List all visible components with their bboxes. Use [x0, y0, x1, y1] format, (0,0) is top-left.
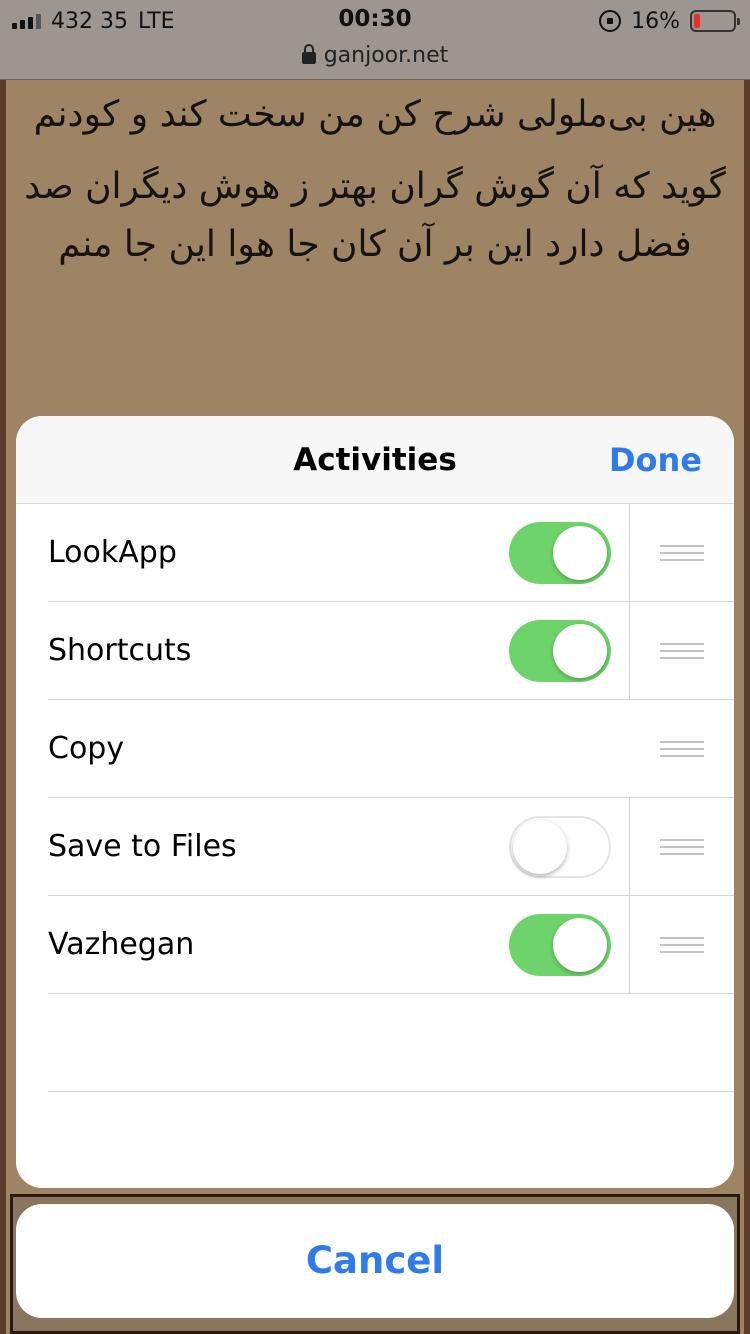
activity-label: Copy [48, 731, 125, 766]
battery-percent: 16% [631, 8, 680, 34]
drag-handle-icon[interactable] [660, 545, 704, 561]
activity-row-shortcuts: Shortcuts [48, 602, 734, 700]
activity-label: Shortcuts [48, 633, 192, 668]
activity-row-copy: Copy [48, 700, 734, 798]
activity-label: Save to Files [48, 829, 237, 864]
url-text: ganjoor.net [323, 42, 449, 68]
battery-level [694, 14, 701, 28]
activity-list: LookApp Shortcuts Copy Save to Files Vaz… [16, 504, 734, 1092]
drag-handle-icon[interactable] [660, 643, 704, 659]
cancel-button[interactable]: Cancel [16, 1204, 734, 1318]
battery-icon [690, 10, 740, 32]
poem-verse: گوید که آن گوش گران بهتر ز هوش دیگران صد… [24, 166, 726, 265]
drag-handle-icon[interactable] [660, 937, 704, 953]
lookapp-toggle[interactable] [509, 522, 611, 584]
done-button[interactable]: Done [609, 441, 702, 479]
divider [629, 896, 630, 994]
sheet-header: Activities Done [16, 416, 734, 504]
activity-row-save-to-files: Save to Files [48, 798, 734, 896]
activity-label: Vazhegan [48, 927, 195, 962]
status-bar: 432 35 LTE 00:30 16% ganjoor.net [0, 0, 750, 80]
poem-verse: هین بی‌ملولی شرح کن من سخت کند و کودنم [33, 94, 717, 135]
divider [629, 504, 630, 602]
activities-sheet: Activities Done LookApp Shortcuts Copy S… [16, 416, 734, 1188]
url-bar[interactable]: ganjoor.net [0, 40, 750, 70]
activity-row-vazhegan: Vazhegan [48, 896, 734, 994]
lock-icon [301, 44, 316, 64]
vazhegan-toggle[interactable] [509, 914, 611, 976]
toggle-knob [513, 820, 567, 874]
divider [629, 798, 630, 896]
divider [629, 602, 630, 700]
toggle-knob [553, 624, 607, 678]
activity-label: LookApp [48, 535, 177, 570]
save-to-files-toggle[interactable] [509, 816, 611, 878]
activity-row-lookapp: LookApp [48, 504, 734, 602]
status-right: 16% [599, 8, 740, 34]
empty-row [48, 994, 734, 1092]
poem: هین بی‌ملولی شرح کن من سخت کند و کودنم گ… [6, 80, 744, 274]
toggle-knob [553, 526, 607, 580]
shortcuts-toggle[interactable] [509, 620, 611, 682]
drag-handle-icon[interactable] [660, 839, 704, 855]
drag-handle-icon[interactable] [660, 741, 704, 757]
toggle-knob [553, 918, 607, 972]
orientation-lock-icon [599, 10, 622, 32]
